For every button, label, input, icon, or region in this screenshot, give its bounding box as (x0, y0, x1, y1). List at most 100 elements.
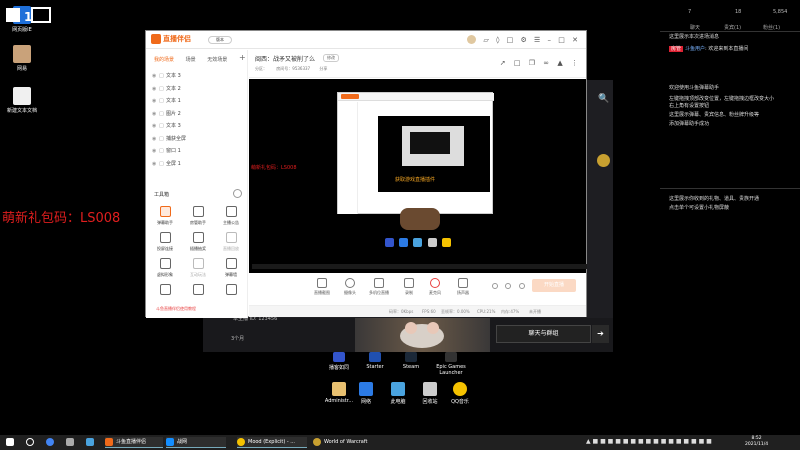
lock-icon[interactable]: □ (159, 120, 166, 133)
tutorial-link[interactable]: 斗鱼直播伴侣使用教程 (156, 306, 196, 312)
eye-icon[interactable]: ◉ (152, 145, 159, 158)
scene-item[interactable]: ◉ □ 窗口 1 (152, 145, 244, 158)
screenshot-button[interactable]: 直播截图 (307, 278, 337, 296)
desktop-icon-steam[interactable]: Steam (395, 352, 427, 370)
taskbar-item-wow[interactable]: World of Warcraft (313, 437, 383, 448)
start-button[interactable] (6, 437, 17, 448)
scene-item[interactable]: ◉ □ 文本 2 (152, 83, 244, 96)
tool-replay[interactable]: 直播回放 (216, 232, 246, 252)
tool-room-admin[interactable]: 房管助手 (183, 206, 213, 226)
multi-camera-button[interactable]: 多机位直播 (364, 278, 394, 296)
toolbox-title: 工具箱 (154, 192, 170, 198)
eye-icon[interactable]: ◉ (152, 83, 159, 96)
copy-icon[interactable]: ❐ (529, 59, 535, 67)
avatar[interactable] (467, 35, 477, 44)
add-scene-icon[interactable]: + (239, 53, 246, 62)
timer-icon[interactable] (505, 283, 511, 289)
lock-icon[interactable]: □ (159, 158, 166, 171)
tab-fans[interactable]: 粉丝(1) (763, 24, 780, 31)
video-icon[interactable] (492, 283, 498, 289)
desktop-icon-user-folder[interactable]: 网易 (0, 45, 44, 72)
clock[interactable]: 8:52 2021/11/4 (745, 436, 768, 448)
scene-item[interactable]: ◉ □ 文本 3 (152, 120, 244, 133)
tool-avatar[interactable]: 虚拟形象 (150, 258, 180, 278)
start-live-button[interactable]: 开始直播 (532, 279, 576, 292)
taskbar-item-music[interactable]: Mood (Explicit) - ... (237, 437, 307, 448)
shirt-icon[interactable]: ▱ (483, 36, 488, 44)
menu-icon[interactable]: ☰ (534, 36, 540, 44)
desktop-icon-epic[interactable]: Epic Games Launcher (431, 352, 471, 376)
close-icon[interactable]: ✕ (572, 36, 578, 44)
scene-item[interactable]: ◉ □ 文本 3 (152, 70, 244, 83)
speaker-button[interactable]: 扬声器 (448, 278, 478, 296)
tab-vip[interactable]: 贵宾(1) (724, 24, 741, 31)
chrome-taskbar-button[interactable] (46, 437, 57, 448)
tool-game-helper[interactable] (183, 284, 213, 298)
notification-icon[interactable]: ▲ (557, 59, 562, 67)
desktop-icon-this-pc[interactable]: 此电脑 (383, 382, 413, 405)
app-taskbar-button[interactable] (66, 437, 77, 448)
tool-announcement[interactable]: 主播公告 (216, 206, 246, 226)
lock-icon[interactable]: □ (159, 83, 166, 96)
toolbox-settings-icon[interactable] (233, 189, 242, 198)
eye-icon[interactable]: ◉ (152, 70, 159, 83)
stat-gifts: 18 (735, 9, 742, 15)
share-link[interactable]: 分享 (319, 66, 327, 71)
search-icon[interactable]: 🔍 (598, 94, 609, 104)
lock-icon[interactable]: □ (514, 59, 521, 67)
tab-invalid-scenes[interactable]: 无效场景 (207, 57, 227, 63)
desktop-icon-text-doc[interactable]: 新建文本文档 (0, 87, 44, 114)
taskbar-item-battlenet[interactable]: 战网 (166, 437, 226, 448)
lock-icon[interactable]: □ (159, 70, 166, 83)
lock-icon[interactable]: □ (159, 95, 166, 108)
tool-lottery[interactable]: 插播抽奖 (183, 232, 213, 252)
tray-icons[interactable]: ▲ ■ ■ ■ ■ ■ ■ ■ ■ ■ ■ ■ ■ ■ ■ ■ ■ (586, 438, 712, 445)
scene-item[interactable]: ◉ □ 全屏 1 (152, 158, 244, 171)
share-icon[interactable]: ➚ (500, 59, 506, 67)
modify-title-button[interactable]: 修改 (323, 54, 339, 62)
desktop-icon-app1[interactable]: 播客如同 (323, 352, 355, 371)
lock-icon[interactable]: □ (159, 133, 166, 146)
tab-scenes[interactable]: 场景 (186, 57, 196, 63)
link-icon[interactable]: ∞ (543, 59, 549, 67)
desktop-icon-qq-music[interactable]: QQ音乐 (445, 382, 475, 405)
eye-icon[interactable]: ◉ (152, 120, 159, 133)
camera-button[interactable]: 摄像头 (335, 278, 365, 296)
taskbar-item-douyu[interactable]: 斗鱼直播伴侣 (105, 437, 163, 448)
desktop-icon-recycle-bin[interactable]: 回收站 (415, 382, 445, 405)
minimize-icon[interactable]: – (548, 36, 552, 44)
eye-icon[interactable]: ◉ (152, 95, 159, 108)
desktop-icon-network[interactable]: 网络 (351, 382, 381, 405)
more-icon[interactable]: ⋮ (571, 59, 578, 67)
eye-icon[interactable]: ◉ (152, 133, 159, 146)
lock-icon[interactable]: □ (159, 145, 166, 158)
lock-icon[interactable]: □ (159, 108, 166, 121)
forward-arrow-icon[interactable]: ➔ (592, 325, 609, 343)
gift-icon[interactable]: □ (507, 36, 514, 44)
scene-item[interactable]: ◉ □ 图片 2 (152, 108, 244, 121)
search-taskbar-button[interactable] (26, 437, 37, 448)
gear-icon[interactable] (519, 283, 525, 289)
tab-chat[interactable]: 聊天 (690, 24, 700, 31)
version-tag[interactable]: 版本 (208, 36, 232, 44)
settings-icon[interactable]: ⚙ (521, 36, 527, 44)
tool-interactive[interactable]: 互动玩法 (183, 258, 213, 278)
scene-item[interactable]: ◉ □ 捕获全屏 (152, 133, 244, 146)
scene-item[interactable]: ◉ □ 文本 1 (152, 95, 244, 108)
tool-download[interactable] (216, 284, 246, 298)
chat-and-group-button[interactable]: 聊天与群组 (496, 325, 591, 343)
tool-danmaku-wall[interactable]: 弹幕墙 (216, 258, 246, 278)
tool-screen-cast[interactable]: 投屏连接 (150, 232, 180, 252)
desktop-icon-label: QQ音乐 (451, 399, 469, 405)
desktop-icon-starter[interactable]: Starter (359, 352, 391, 370)
eye-icon[interactable]: ◉ (152, 108, 159, 121)
tab-my-scenes[interactable]: 我的场景 (154, 57, 174, 63)
world-of-warcraft-icon[interactable] (597, 154, 610, 167)
microphone-button[interactable]: 麦克风 (420, 278, 450, 296)
tool-danmaku-helper[interactable]: 弹幕助手 (150, 206, 180, 226)
bell-icon[interactable]: ◊ (496, 36, 499, 44)
app2-taskbar-button[interactable] (86, 437, 97, 448)
maximize-icon[interactable]: □ (558, 36, 565, 44)
tool-generic[interactable] (150, 284, 180, 298)
eye-icon[interactable]: ◉ (152, 158, 159, 171)
